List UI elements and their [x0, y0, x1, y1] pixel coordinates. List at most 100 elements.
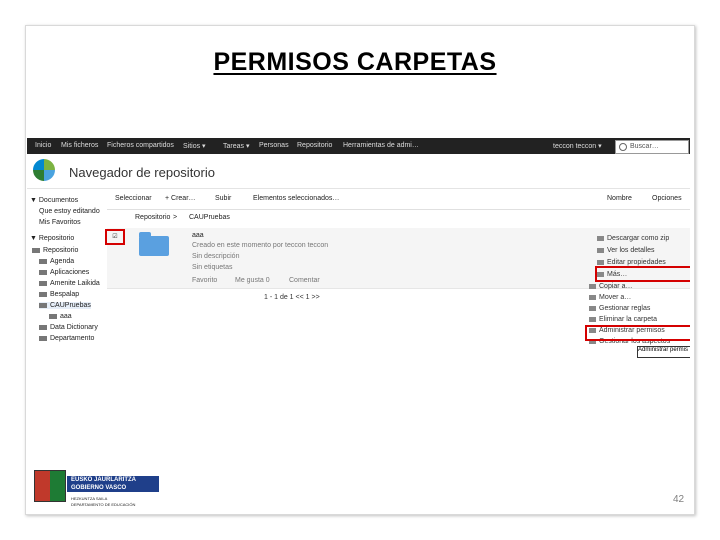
sidebar-folder[interactable]: aaa — [49, 313, 72, 320]
folder-created: Creado en este momento por teccon teccon — [192, 242, 329, 249]
emblem-line3: HEZKUNTZA SAILA — [71, 496, 108, 501]
options-button[interactable]: Opciones — [652, 195, 682, 202]
pagination[interactable]: 1 - 1 de 1 << 1 >> — [264, 294, 320, 301]
breadcrumb-current: CAUPruebas — [189, 214, 230, 221]
tooltip: Administrar permis — [637, 346, 690, 358]
page-title: Navegador de repositorio — [69, 165, 215, 180]
page-number: 42 — [673, 494, 685, 505]
breadcrumb-root[interactable]: Repositorio — [135, 214, 170, 221]
comment-link[interactable]: Comentar — [289, 277, 320, 284]
upload-button[interactable]: Subir — [215, 195, 231, 202]
row-checkbox[interactable]: ☑ — [105, 229, 125, 245]
action-download-zip[interactable]: Descargar como zip — [597, 235, 669, 242]
action-label: Gestionar reglas — [599, 305, 651, 312]
selected-items-button[interactable]: Elementos seleccionados… — [253, 195, 339, 202]
nav-tasks[interactable]: Tareas ▾ — [223, 142, 249, 150]
sidebar-item-editing[interactable]: Que estoy editando — [39, 208, 100, 215]
delete-icon — [589, 316, 596, 322]
sidebar-item-label: CAUPruebas — [50, 302, 91, 309]
toolbar: Seleccionar + Crear… Subir Elementos sel… — [107, 189, 690, 210]
action-copy-to[interactable]: Copiar a… — [589, 283, 632, 290]
top-navbar: Inicio Mis ficheros Ficheros compartidos… — [27, 138, 690, 154]
sidebar-folder[interactable]: Aplicaciones — [39, 269, 89, 276]
nav-admin-tools[interactable]: Herramientas de admi… — [343, 142, 419, 149]
emblem-banner: EUSKO JAURLARITZA GOBIERNO VASCO — [67, 476, 159, 492]
nav-my-files[interactable]: Mis ficheros — [61, 142, 98, 149]
folder-icon — [39, 335, 47, 341]
repository-screenshot: Inicio Mis ficheros Ficheros compartidos… — [27, 138, 690, 366]
sidebar-folder[interactable]: Amenite Laikida — [39, 280, 100, 287]
app-header: Navegador de repositorio — [27, 154, 690, 189]
search-placeholder: Buscar… — [630, 143, 659, 150]
sort-name-button[interactable]: Nombre — [607, 195, 632, 202]
sidebar-documents-header[interactable]: ▼ Documentos — [30, 197, 78, 204]
create-button[interactable]: + Crear… — [165, 195, 196, 202]
sidebar-folder[interactable]: Departamento — [39, 335, 94, 342]
emblem-line1: EUSKO JAURLARITZA — [71, 477, 137, 483]
folder-icon — [39, 258, 47, 264]
folder-tags: Sin etiquetas — [192, 264, 233, 271]
sidebar-folder-selected[interactable]: CAUPruebas — [39, 302, 91, 309]
folder-icon — [39, 291, 47, 297]
sidebar-repository-header[interactable]: ▼ Repositorio — [30, 235, 74, 242]
emblem-line2: GOBIERNO VASCO — [71, 485, 127, 491]
select-button[interactable]: Seleccionar — [115, 195, 152, 202]
folder-name[interactable]: aaa — [192, 232, 204, 239]
sidebar-item-label: Repositorio — [43, 247, 79, 254]
app-logo-icon — [33, 159, 55, 181]
folder-icon — [39, 269, 47, 275]
action-edit-properties[interactable]: Editar propiedades — [597, 259, 666, 266]
action-label: Editar propiedades — [607, 259, 666, 266]
folder-icon — [39, 302, 47, 308]
sidebar-item-repository[interactable]: Repositorio — [32, 247, 78, 254]
download-icon — [597, 235, 604, 241]
sidebar-folder[interactable]: Data Dictionary — [39, 324, 98, 331]
rules-icon — [589, 305, 596, 311]
details-icon — [597, 247, 604, 253]
sidebar-item-label: Amenite Laikida — [50, 280, 100, 287]
sidebar-item-label: Departamento — [50, 335, 95, 342]
action-label: Eliminar la carpeta — [599, 316, 657, 323]
action-label: Mover a… — [599, 294, 632, 301]
like-link[interactable]: Me gusta 0 — [235, 277, 270, 284]
move-icon — [589, 294, 596, 300]
action-label: Copiar a… — [599, 283, 633, 290]
nav-sites[interactable]: Sitios ▾ — [183, 142, 206, 150]
action-label: Descargar como zip — [607, 235, 670, 242]
sidebar-item-favorites[interactable]: Mis Favoritos — [39, 219, 81, 226]
sidebar-item-label: aaa — [60, 313, 72, 320]
sidebar-folder[interactable]: Agenda — [39, 258, 74, 265]
favorite-link[interactable]: Favorito — [192, 277, 217, 284]
sidebar-item-label: Agenda — [50, 258, 75, 265]
sidebar-item-label: Bespalap — [50, 291, 80, 298]
nav-repository[interactable]: Repositorio — [297, 142, 332, 149]
folder-icon — [139, 232, 169, 256]
nav-home[interactable]: Inicio — [35, 142, 51, 149]
search-icon — [619, 143, 627, 151]
highlight-more — [595, 266, 690, 282]
action-label: Ver los detalles — [607, 247, 655, 254]
action-manage-rules[interactable]: Gestionar reglas — [589, 305, 650, 312]
breadcrumb-separator: > — [173, 214, 178, 221]
folder-description: Sin descripción — [192, 253, 240, 260]
action-move-to[interactable]: Mover a… — [589, 294, 631, 301]
action-view-details[interactable]: Ver los detalles — [597, 247, 654, 254]
breadcrumb: Repositorio > CAUPruebas — [107, 210, 690, 226]
copy-icon — [589, 283, 596, 289]
folder-icon — [49, 313, 57, 319]
folder-icon — [32, 247, 40, 253]
search-input[interactable]: Buscar… — [615, 140, 689, 154]
emblem-line4: DEPARTAMENTO DE EDUCACIÓN — [71, 502, 136, 507]
folder-icon — [39, 280, 47, 286]
highlight-permissions — [585, 325, 690, 341]
sidebar-item-label: Data Dictionary — [50, 324, 98, 331]
nav-people[interactable]: Personas — [259, 142, 289, 149]
nav-shared-files[interactable]: Ficheros compartidos — [107, 142, 174, 149]
user-menu[interactable]: teccon teccon ▾ — [553, 142, 602, 150]
sidebar-item-label: Aplicaciones — [50, 269, 90, 276]
sidebar-folder[interactable]: Bespalap — [39, 291, 79, 298]
slide-title: PERMISOS CARPETAS — [213, 48, 497, 76]
action-delete-folder[interactable]: Eliminar la carpeta — [589, 316, 657, 323]
sidebar: ▼ Documentos Que estoy editando Mis Favo… — [27, 189, 105, 366]
folder-icon — [39, 324, 47, 330]
